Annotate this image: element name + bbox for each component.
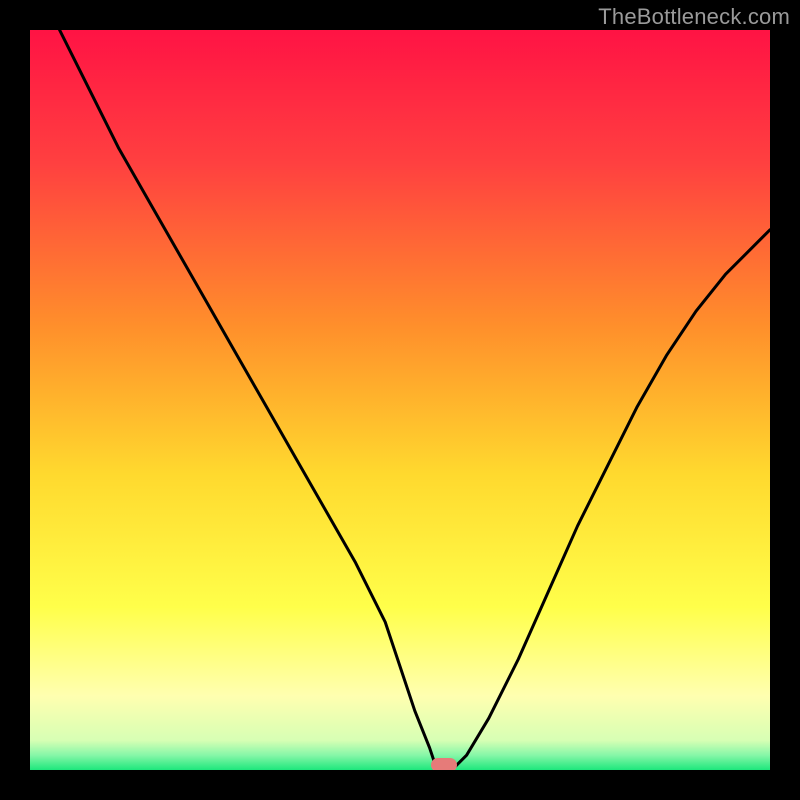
- optimum-marker: [431, 758, 457, 770]
- bottleneck-curve: [30, 30, 770, 770]
- plot-area: [30, 30, 770, 770]
- curve-layer: [30, 30, 770, 770]
- chart-frame: TheBottleneck.com: [0, 0, 800, 800]
- watermark-text: TheBottleneck.com: [598, 4, 790, 30]
